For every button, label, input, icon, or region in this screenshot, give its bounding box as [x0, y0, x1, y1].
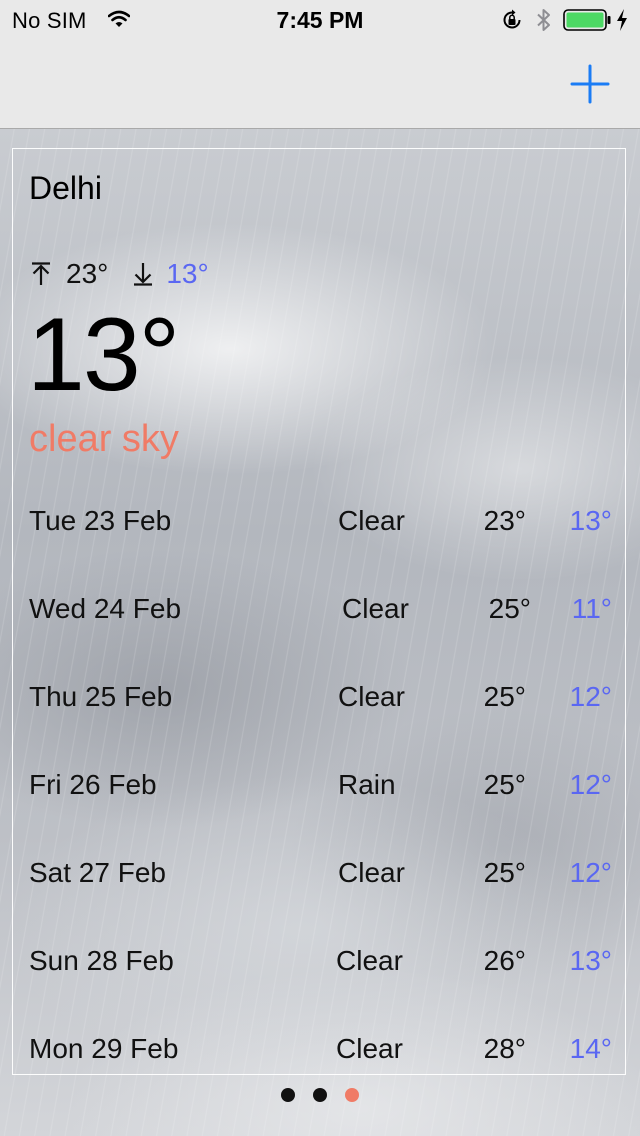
forecast-low: 13° [569, 945, 612, 976]
forecast-low: 14° [569, 1033, 612, 1064]
page-dot-2[interactable] [313, 1088, 327, 1102]
forecast-condition: Rain [338, 769, 396, 800]
add-city-button[interactable] [566, 60, 614, 108]
forecast-low: 12° [569, 681, 612, 712]
forecast-condition: Clear [336, 1033, 403, 1064]
forecast-row: Wed 24 Feb Clear 25° 11° [0, 593, 640, 633]
forecast-high: 23° [483, 505, 526, 536]
forecast-condition: Clear [338, 857, 405, 888]
forecast-high: 25° [488, 593, 531, 624]
current-temperature: 13° [27, 297, 180, 413]
arrow-down-icon [134, 263, 153, 286]
page-dot-1[interactable] [281, 1088, 295, 1102]
forecast-high: 25° [483, 769, 526, 800]
forecast-row: Thu 25 Feb Clear 25° 12° [0, 681, 640, 721]
forecast-date: Fri 26 Feb [29, 769, 157, 800]
high-low-summary: 23° 13° [30, 256, 209, 292]
rotation-lock-icon [503, 9, 521, 29]
forecast-high: 28° [483, 1033, 526, 1064]
page-control[interactable] [0, 1088, 640, 1102]
forecast-date: Sat 27 Feb [29, 857, 166, 888]
forecast-low: 13° [569, 505, 612, 536]
current-condition: clear sky [29, 418, 179, 460]
forecast-date: Mon 29 Feb [29, 1033, 179, 1064]
forecast-date: Wed 24 Feb [29, 593, 182, 624]
forecast-condition: Clear [336, 945, 403, 976]
forecast-row: Fri 26 Feb Rain 25° 12° [0, 769, 640, 809]
forecast-row: Sun 28 Feb Clear 26° 13° [0, 945, 640, 985]
forecast-low: 12° [569, 769, 612, 800]
forecast-date: Sun 28 Feb [29, 945, 174, 976]
page-dot-3[interactable] [345, 1088, 359, 1102]
forecast-condition: Clear [338, 505, 405, 536]
forecast-date: Thu 25 Feb [29, 681, 173, 712]
arrow-up-icon [32, 262, 50, 285]
forecast-condition: Clear [342, 593, 409, 624]
charging-icon [617, 9, 627, 31]
forecast-low: 12° [569, 857, 612, 888]
today-low: 13° [166, 258, 209, 289]
forecast-row: Mon 29 Feb Clear 28° 14° [0, 1033, 640, 1073]
forecast-date: Tue 23 Feb [29, 505, 172, 536]
city-name: Delhi [29, 170, 102, 206]
battery-icon [563, 9, 611, 31]
bluetooth-icon [537, 9, 550, 31]
forecast-high: 25° [483, 681, 526, 712]
forecast-row: Tue 23 Feb Clear 23° 13° [0, 505, 640, 545]
status-bar: No SIM 7:45 PM [0, 0, 640, 40]
forecast-high: 26° [483, 945, 526, 976]
forecast-condition: Clear [338, 681, 405, 712]
today-high: 23° [66, 258, 109, 289]
forecast-high: 25° [483, 857, 526, 888]
forecast-row: Sat 27 Feb Clear 25° 12° [0, 857, 640, 897]
forecast-low: 11° [571, 593, 612, 624]
navigation-bar [0, 40, 640, 129]
